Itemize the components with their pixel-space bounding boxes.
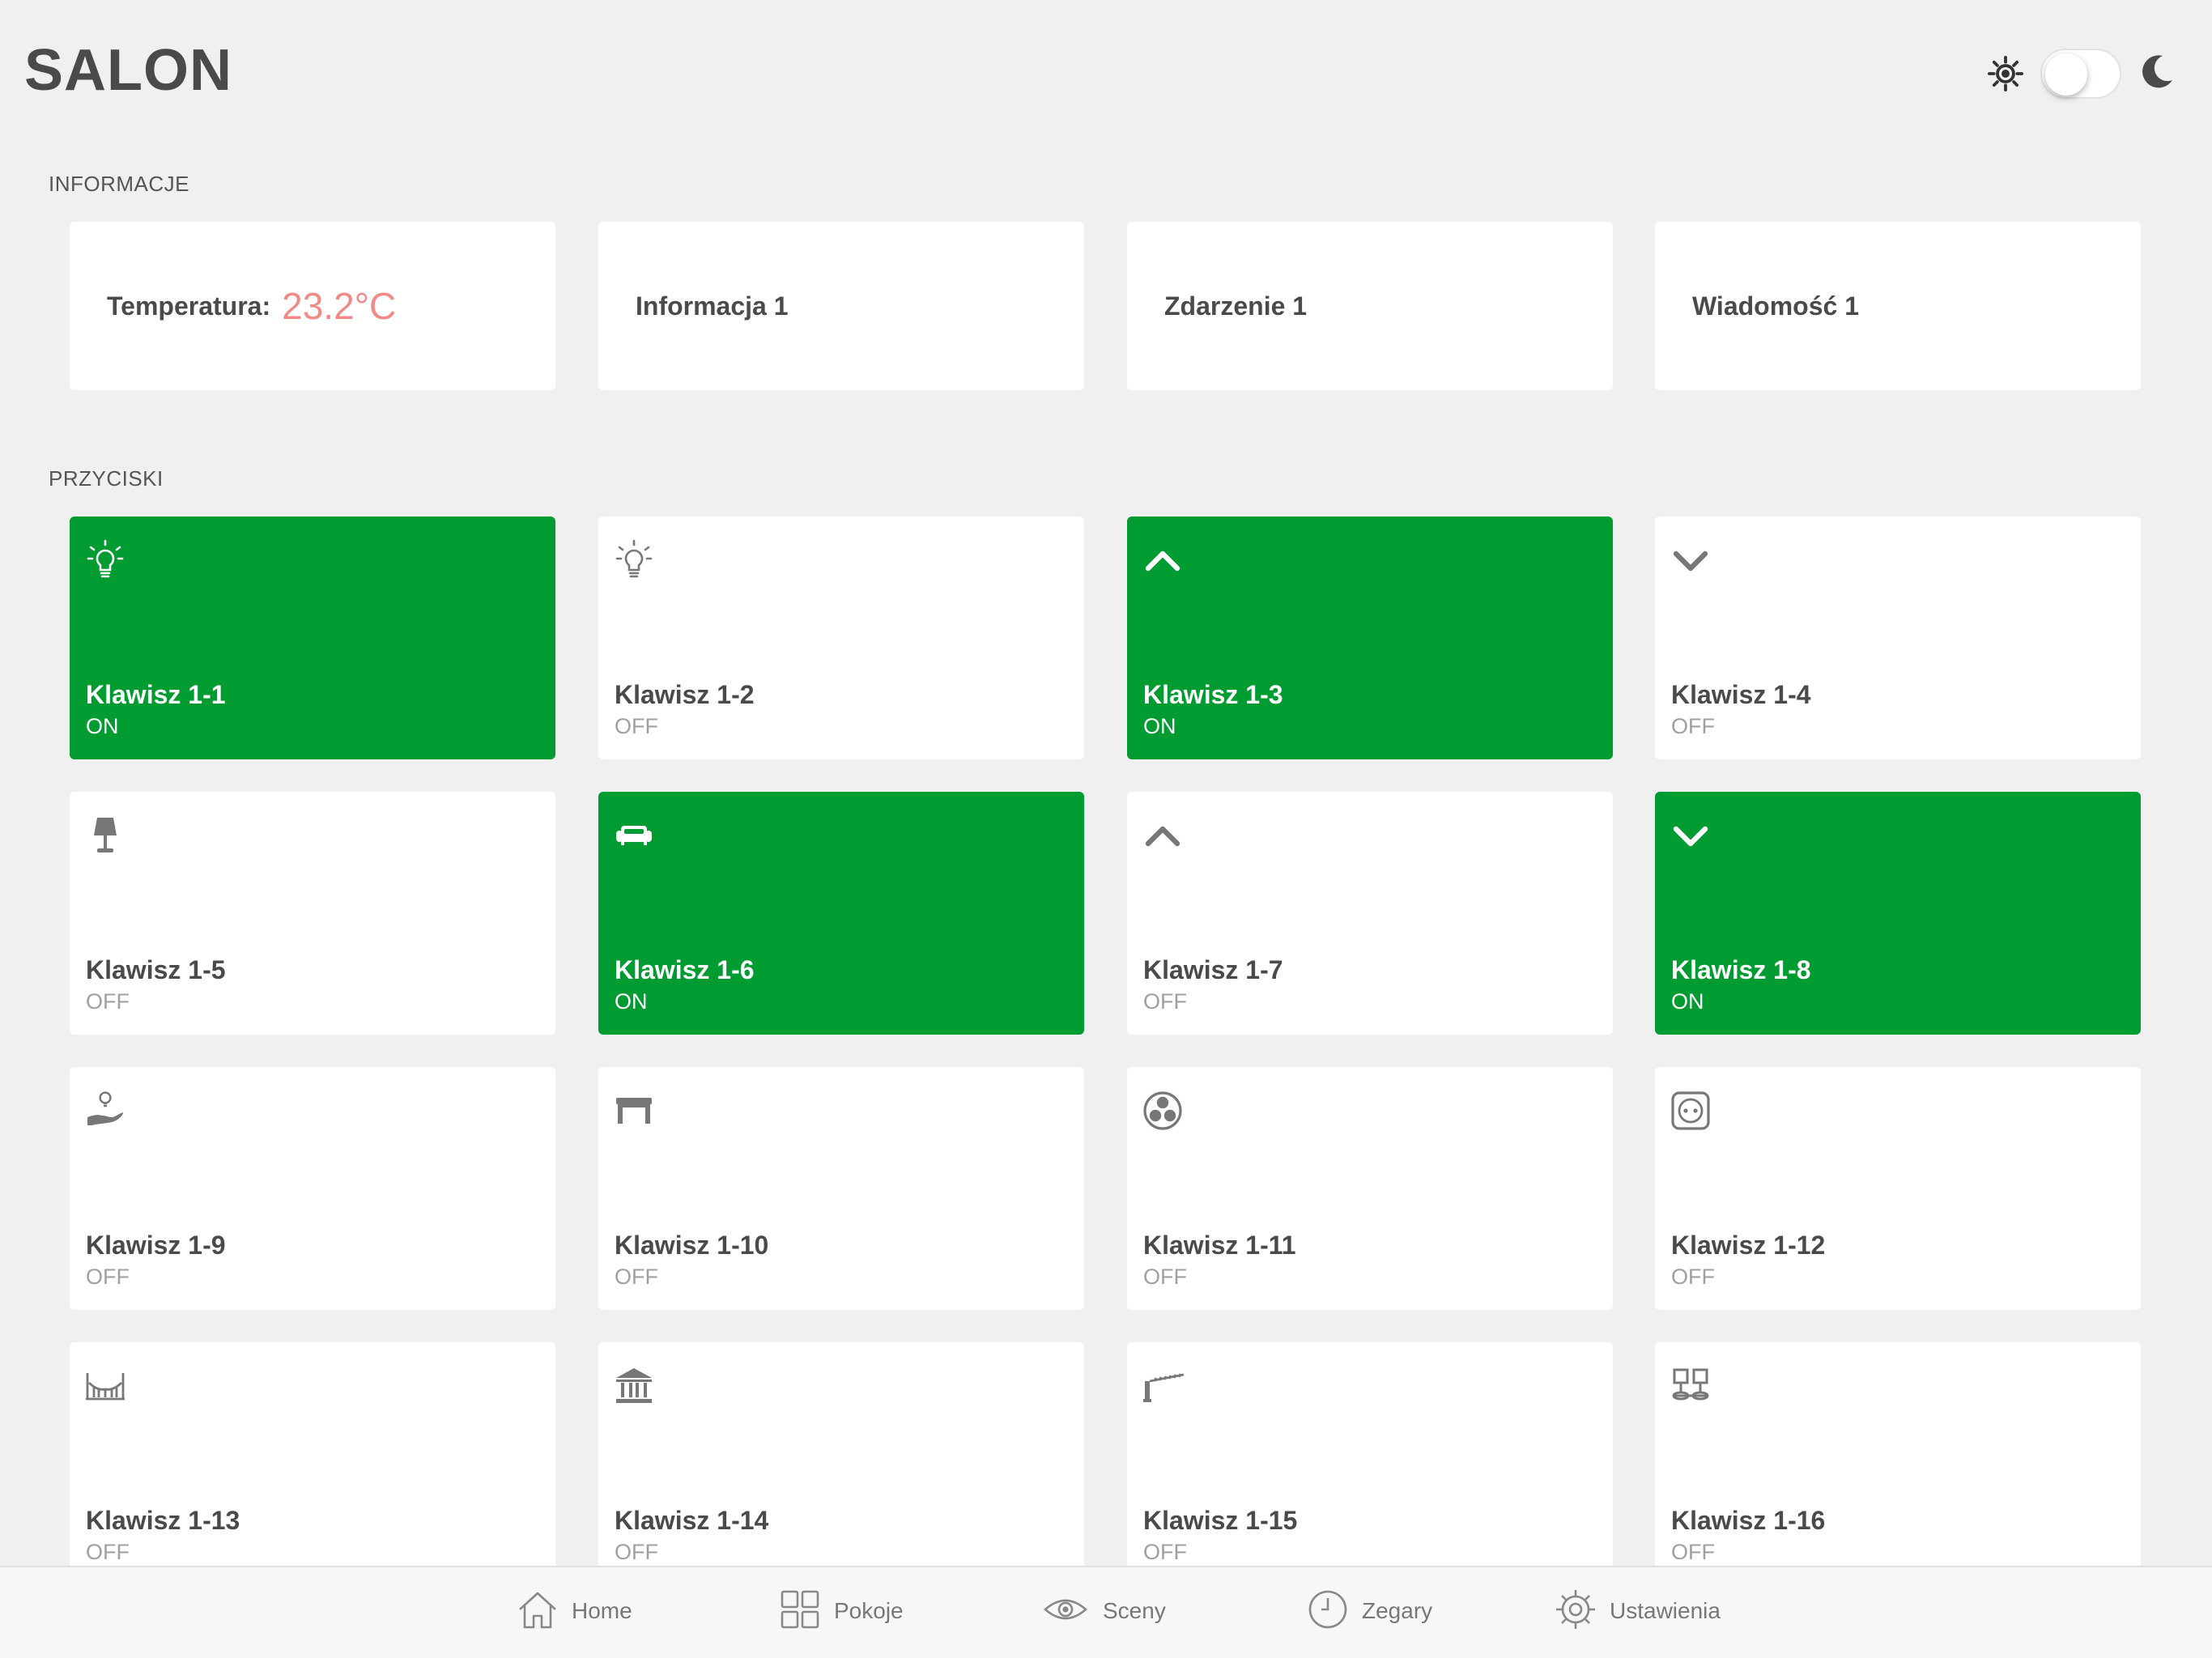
nav-label: Ustawienia [1610,1598,1721,1623]
nav-label: Zegary [1362,1598,1433,1623]
button-state: OFF [1671,1540,1715,1564]
info-card-information: Informacja 1 [598,222,1084,390]
page-title: SALON [24,38,232,103]
sun-icon [1987,55,2024,92]
button-card-9[interactable]: Klawisz 1-9 OFF [70,1067,555,1310]
nav-item-timers[interactable]: Zegary [1305,1587,1432,1635]
nav-item-home[interactable]: Home [515,1587,632,1635]
button-label: Klawisz 1-12 [1671,1231,1826,1260]
button-state: OFF [1143,1265,1187,1289]
button-card-12[interactable]: Klawisz 1-12 OFF [1655,1067,2141,1310]
button-card-2[interactable]: Klawisz 1-2 OFF [598,517,1084,759]
button-label: Klawisz 1-14 [615,1506,769,1535]
button-state: OFF [615,1265,658,1289]
socket-icon [1668,1088,1713,1133]
button-label: Klawisz 1-3 [1143,680,1283,709]
chevron-up-icon [1140,813,1185,858]
theme-toggle[interactable] [2040,49,2121,99]
chevron-down-icon [1668,538,1713,583]
button-label: Klawisz 1-6 [615,955,755,984]
gate-icon [83,1363,128,1409]
info-label: Informacja 1 [636,291,789,321]
button-card-1[interactable]: Klawisz 1-1 ON [70,517,555,759]
button-label: Klawisz 1-16 [1671,1506,1826,1535]
button-label: Klawisz 1-5 [86,955,226,984]
button-state: ON [86,714,119,738]
theme-toggle-knob [2045,53,2087,96]
button-card-16[interactable]: Klawisz 1-16 OFF [1655,1342,2141,1585]
button-state: ON [615,989,648,1014]
chevron-up-icon [1140,538,1185,583]
button-state: OFF [615,714,658,738]
button-state: OFF [1143,989,1187,1014]
nav-label: Home [572,1598,632,1623]
button-card-4[interactable]: Klawisz 1-4 OFF [1655,517,2141,759]
button-label: Klawisz 1-10 [615,1231,769,1260]
button-card-13[interactable]: Klawisz 1-13 OFF [70,1342,555,1585]
section-label-buttons: PRZYCISKI [49,466,164,491]
button-card-6[interactable]: Klawisz 1-6 ON [598,792,1084,1035]
button-card-3[interactable]: Klawisz 1-3 ON [1127,517,1613,759]
button-state: OFF [1671,1265,1715,1289]
button-card-11[interactable]: Klawisz 1-11 OFF [1127,1067,1613,1310]
scenes-grid-icon [1668,1363,1713,1409]
button-label: Klawisz 1-1 [86,680,226,709]
button-label: Klawisz 1-4 [1671,680,1811,709]
button-label: Klawisz 1-11 [1143,1231,1296,1260]
header: SALON [0,0,2212,146]
button-card-8[interactable]: Klawisz 1-8 ON [1655,792,2141,1035]
sofa-icon [611,813,657,858]
home-icon [515,1587,560,1636]
info-card-message: Wiadomość 1 [1655,222,2141,390]
button-card-10[interactable]: Klawisz 1-10 OFF [598,1067,1084,1310]
info-label: Zdarzenie 1 [1164,291,1308,321]
button-label: Klawisz 1-13 [86,1506,240,1535]
section-label-info: INFORMACJE [49,172,189,196]
button-card-15[interactable]: Klawisz 1-15 OFF [1127,1342,1613,1585]
temperature-value: 23.2°C [282,285,397,327]
eye-icon [1040,1587,1091,1636]
button-label: Klawisz 1-9 [86,1231,226,1260]
button-state: OFF [86,989,130,1014]
bulb-icon [611,538,657,583]
button-label: Klawisz 1-15 [1143,1506,1298,1535]
info-label: Wiadomość 1 [1692,291,1859,321]
button-state: OFF [615,1540,658,1564]
moon-icon [2138,52,2176,91]
button-state: ON [1671,989,1704,1014]
button-card-7[interactable]: Klawisz 1-7 OFF [1127,792,1613,1035]
info-label: Temperatura: [107,291,271,321]
info-card-event: Zdarzenie 1 [1127,222,1613,390]
button-state: ON [1143,714,1176,738]
hand-bulb-icon [83,1088,128,1133]
gear-icon [1553,1587,1598,1636]
table-icon [611,1088,657,1133]
button-state: OFF [1671,714,1715,738]
clock-icon [1305,1587,1351,1636]
button-state: OFF [86,1265,130,1289]
bottom-nav: Home Pokoje Sceny Zegary Ustawienia [0,1566,2212,1658]
fan-icon [1140,1088,1185,1133]
button-label: Klawisz 1-2 [615,680,755,709]
building-icon [611,1363,657,1409]
nav-item-settings[interactable]: Ustawienia [1553,1587,1721,1635]
rooms-grid-icon [777,1587,823,1636]
button-label: Klawisz 1-8 [1671,955,1811,984]
nav-label: Sceny [1103,1598,1166,1623]
button-card-14[interactable]: Klawisz 1-14 OFF [598,1342,1084,1585]
info-card-temperature: Temperatura: 23.2°C [70,222,555,390]
nav-label: Pokoje [834,1598,904,1623]
chevron-down-icon [1668,813,1713,858]
nav-item-scenes[interactable]: Sceny [1040,1587,1166,1635]
nav-item-rooms[interactable]: Pokoje [777,1587,904,1635]
barrier-icon [1140,1363,1185,1409]
table-lamp-icon [83,813,128,858]
bulb-icon [83,538,128,583]
button-label: Klawisz 1-7 [1143,955,1283,984]
button-state: OFF [1143,1540,1187,1564]
button-card-5[interactable]: Klawisz 1-5 OFF [70,792,555,1035]
button-state: OFF [86,1540,130,1564]
